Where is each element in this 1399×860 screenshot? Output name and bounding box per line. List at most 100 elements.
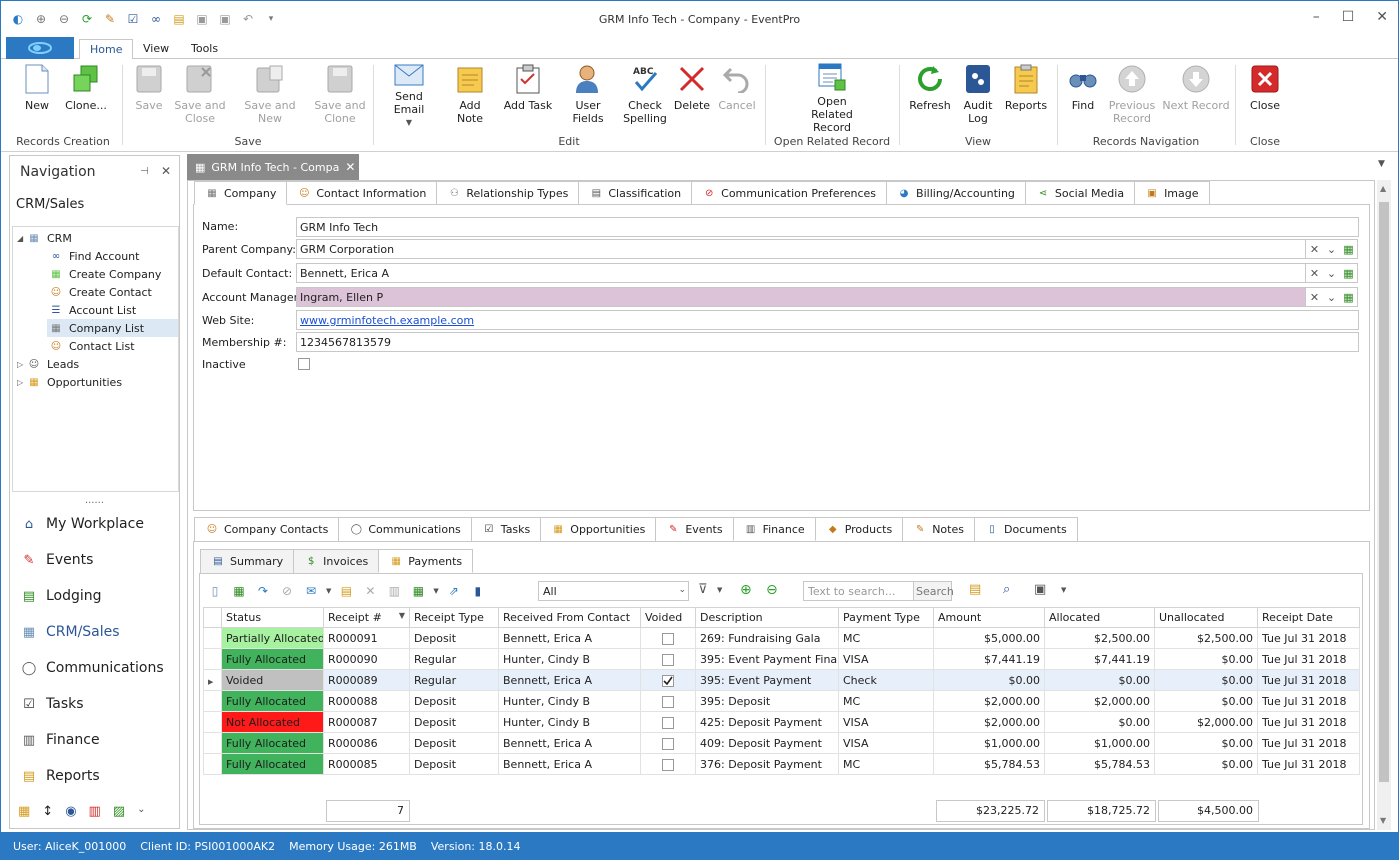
find-button[interactable]: Find [1065,63,1101,129]
void-icon[interactable]: ⊘ [278,582,296,600]
unallocated-cell[interactable]: $0.00 [1154,690,1258,712]
expand-icon[interactable]: ▷ [17,378,27,387]
new-button[interactable]: New [15,63,59,129]
clone-button[interactable]: Clone... [61,63,111,129]
tab-finance[interactable]: ▥ Finance [732,517,816,541]
tab-home[interactable]: Home [79,39,134,60]
clear-icon[interactable]: ✕ [1306,288,1323,306]
search-button[interactable]: Search [913,581,954,601]
account-manager-field[interactable]: Ingram, Ellen P [296,287,1306,307]
dropdown-arrow-icon[interactable]: ▼ [717,586,722,594]
delete-x-icon[interactable]: ✕ [361,582,379,600]
voided-cell[interactable] [640,711,696,733]
allocated-cell[interactable]: $7,441.19 [1044,648,1155,670]
contact-cell[interactable]: Bennett, Erica A [498,627,641,649]
date-cell[interactable]: Tue Jul 31 2018 [1257,690,1360,712]
scroll-up-icon[interactable]: ▲ [1380,184,1386,193]
tab-products[interactable]: ◆ Products [814,517,904,541]
payment-type-cell[interactable]: MC [838,690,934,712]
chevron-down-icon[interactable]: ⌄ [1323,264,1340,282]
membership-field[interactable]: 1234567813579 [296,332,1359,352]
chevron-down-icon[interactable]: ⌄ [137,804,145,819]
column-unallocated[interactable]: Unallocated [1154,607,1258,628]
tree-item-find-account[interactable]: ∞ Find Account [49,247,140,265]
column-allocated[interactable]: Allocated [1044,607,1155,628]
line-chart-icon[interactable]: ▨ [113,804,125,819]
voided-checkbox[interactable] [662,737,674,750]
globe-icon[interactable]: ◉ [65,804,76,819]
payment-type-cell[interactable]: Check [838,669,934,691]
minimize-icon[interactable]: – [1313,9,1320,25]
description-cell[interactable]: 395: Event Payment [695,669,839,691]
tree-item-company-list[interactable]: ▦ Company List [47,319,178,337]
name-field[interactable]: GRM Info Tech [296,217,1359,237]
redo-icon[interactable]: ↷ [254,582,272,600]
tab-company[interactable]: ▦ Company [194,181,288,205]
description-cell[interactable]: 395: Deposit [695,690,839,712]
payment-type-cell[interactable]: VISA [838,711,934,733]
send-email-button[interactable]: Send Email ▼ [381,63,437,129]
web-site-field[interactable]: www.grminfotech.example.com [296,310,1359,330]
add-note-button[interactable]: Add Note [445,63,495,129]
column-status[interactable]: Status [221,607,324,628]
unallocated-cell[interactable]: $2,500.00 [1154,627,1258,649]
module-tasks[interactable]: ☑ Tasks [20,693,83,715]
scroll-down-icon[interactable]: ▼ [1380,816,1386,825]
allocated-cell[interactable]: $0.00 [1044,669,1155,691]
tab-relationship-types[interactable]: ⚇ Relationship Types [436,181,580,205]
audit-log-icon[interactable]: ▮ [469,582,487,600]
save-button[interactable]: Save [129,63,169,129]
close-tab-icon[interactable]: ✕ [345,160,355,174]
tab-contact-information[interactable]: ☺ Contact Information [286,181,438,205]
tree-item-create-company[interactable]: ▦ Create Company [49,265,161,283]
dropdown-arrow-icon[interactable]: ▼ [433,587,438,595]
lookup-icon[interactable]: ▦ [1340,240,1357,258]
columns-icon[interactable]: ▦ [409,582,427,600]
unallocated-cell[interactable]: $0.00 [1154,669,1258,691]
module-reports[interactable]: ▤ Reports [20,765,100,787]
close-button[interactable]: Close [1245,63,1285,129]
amount-cell[interactable]: $2,000.00 [933,711,1045,733]
filter-funnel-icon[interactable]: ⊽ [698,582,708,597]
amount-cell[interactable]: $2,000.00 [933,690,1045,712]
allocated-cell[interactable]: $5,784.53 [1044,753,1155,775]
row-indicator[interactable] [203,690,222,712]
tree-item-opportunities[interactable]: ▷ ▦ Opportunities [17,373,122,391]
receipt-cell[interactable]: R000091 [323,627,410,649]
allocated-cell[interactable]: $0.00 [1044,711,1155,733]
row-indicator[interactable] [203,648,222,670]
column-receipt-date[interactable]: Receipt Date [1257,607,1360,628]
tab-list-dropdown-icon[interactable]: ▼ [1378,159,1385,169]
add-task-button[interactable]: Add Task [503,63,553,129]
receipt-cell[interactable]: R000085 [323,753,410,775]
collapse-icon[interactable]: ◢ [17,234,27,243]
tree-item-crm[interactable]: ◢ ▦ CRM [17,229,72,247]
tab-communication-preferences[interactable]: ⊘ Communication Preferences [691,181,888,205]
tab-billing-accounting[interactable]: ◕ Billing/Accounting [886,181,1026,205]
module-communications[interactable]: ◯ Communications [20,657,164,679]
module-my-workplace[interactable]: ⌂ My Workplace [20,513,144,535]
opportunities-icon[interactable]: ▦ [18,804,30,819]
table-row[interactable]: Partially Allocated R000091 Deposit Bennett… [203,627,1360,649]
user-fields-button[interactable]: User Fields [559,63,617,129]
sort-arrows-icon[interactable]: ↕ [42,804,53,819]
inactive-checkbox[interactable] [298,358,310,370]
voided-cell[interactable] [640,648,696,670]
web-site-link[interactable]: www.grminfotech.example.com [300,314,474,327]
dropdown-arrow-icon[interactable]: ▼ [326,587,331,595]
allocated-cell[interactable]: $2,000.00 [1044,690,1155,712]
module-events[interactable]: ✎ Events [20,549,94,571]
voided-checkbox[interactable] [662,695,674,708]
save-and-new-button[interactable]: Save and New [233,63,307,129]
move-down-icon[interactable]: ⊖ [766,582,778,598]
amount-cell[interactable]: $5,000.00 [933,627,1045,649]
column-description[interactable]: Description [695,607,839,628]
save-and-close-button[interactable]: Save and Close [173,63,227,129]
receipt-type-cell[interactable]: Regular [409,669,499,691]
column-amount[interactable]: Amount [933,607,1045,628]
chevron-down-icon[interactable]: ⌄ [1323,288,1340,306]
table-row[interactable]: Fully Allocated R000090 Regular Hunter, Cin… [203,648,1360,670]
tab-company-contacts[interactable]: ☺ Company Contacts [194,517,340,541]
row-indicator[interactable]: ▶ [203,669,222,691]
voided-cell[interactable] [640,627,696,649]
